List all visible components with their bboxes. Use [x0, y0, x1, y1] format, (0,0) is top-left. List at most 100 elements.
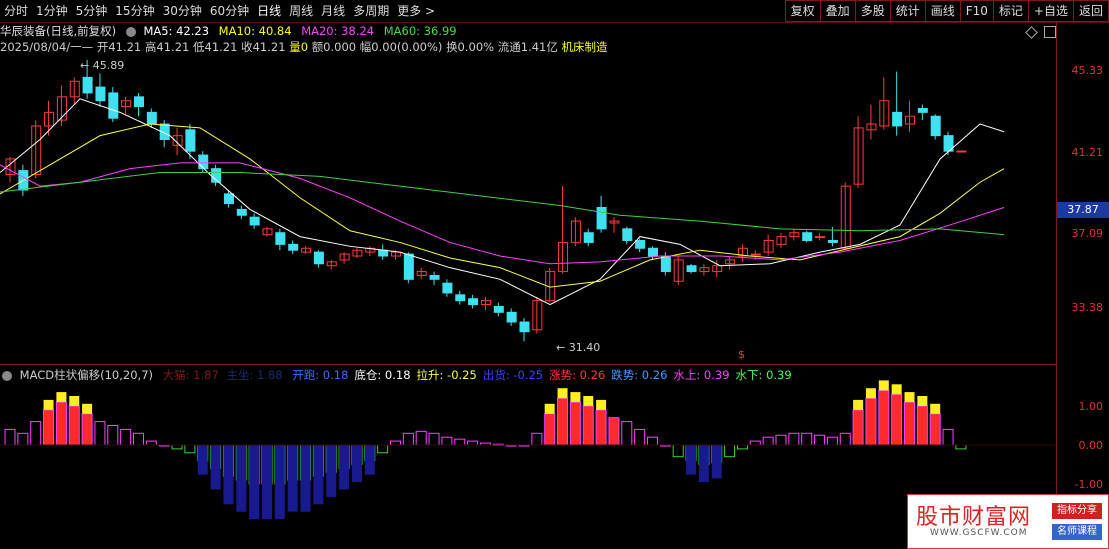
macd-top-cap [583, 396, 594, 406]
macd-hidden-a: 大猫: 1.87 [162, 368, 219, 382]
macd-bar [377, 444, 389, 454]
candle-body [429, 274, 440, 280]
macd-bar [749, 440, 761, 446]
macd-bar [390, 440, 401, 446]
macd-bar [839, 432, 851, 446]
macd-bar [145, 440, 157, 446]
ma60-line [0, 172, 1005, 236]
price-tick: 45.33 [1071, 64, 1104, 77]
macd-top-cap [853, 399, 864, 410]
macd-deep-bar [339, 445, 350, 490]
ma10-line [0, 123, 1005, 288]
macd-deep-bar [287, 445, 298, 512]
logo-url: WWW.GSCFW.COM [930, 528, 1028, 538]
macd-bar [736, 444, 748, 450]
macd-bar [878, 389, 890, 446]
candle-body [596, 206, 607, 230]
macd-top-cap [43, 399, 54, 410]
macd-deep-bar [364, 445, 375, 475]
macd-top-cap [930, 403, 941, 414]
macd-bar [4, 428, 16, 446]
macd-bar [68, 405, 80, 446]
macd-bar [402, 432, 414, 446]
macd-bar [531, 432, 543, 446]
macd-bar [120, 428, 132, 446]
macd-bar [775, 434, 787, 446]
candle-body [660, 255, 671, 273]
macd-bar [942, 428, 954, 446]
macd-top-cap [917, 396, 928, 406]
macd-bar [955, 444, 967, 450]
candle-body [815, 236, 826, 239]
macd-tick: -1.00 [1074, 478, 1103, 491]
macd-top-cap [557, 388, 568, 399]
macd-deep-bar [326, 445, 337, 497]
macd-top-cap [891, 384, 902, 395]
candle-body [378, 249, 389, 257]
macd-bar [852, 409, 864, 446]
candle-body [185, 129, 196, 152]
macd-bar [467, 440, 479, 446]
signal-marker: $ [738, 348, 745, 361]
macd-bar [724, 444, 736, 458]
macd-deep-bar [210, 445, 221, 490]
macd-bar [43, 409, 55, 446]
macd-bar [762, 436, 774, 446]
candle-body [313, 251, 324, 265]
candle-body [275, 232, 286, 245]
macd-bar [788, 432, 800, 446]
macd-bar [94, 421, 106, 446]
macd-deep-bar [249, 445, 260, 520]
macd-item: 水上: 0.39 [673, 368, 730, 382]
candle-body [249, 216, 260, 226]
macd-item: 开跑: 0.18 [292, 368, 349, 382]
candle-body [223, 193, 234, 205]
candle-body [892, 111, 903, 127]
logo-tag-course[interactable]: 名师课程 [1052, 524, 1102, 540]
kline-chart[interactable]: ← 45.89 ← 31.40 $ [0, 0, 1109, 549]
macd-bar [441, 436, 453, 446]
macd-item: 涨势: 0.26 [549, 368, 606, 382]
macd-top-cap [596, 399, 607, 410]
macd-bar [184, 444, 196, 454]
macd-bar [826, 436, 838, 446]
macd-bar [608, 417, 620, 446]
candle-body [134, 96, 144, 108]
macd-bar [133, 432, 144, 446]
macd-bar [569, 401, 581, 446]
macd-settings-icon[interactable] [2, 370, 12, 381]
candle-body [455, 294, 466, 302]
candle-body [493, 305, 504, 313]
macd-bar [582, 405, 594, 446]
ma5-line [0, 98, 1005, 306]
macd-bar [17, 432, 29, 446]
candle-body [146, 111, 157, 125]
macd-hidden-b: 主坐: 1.88 [226, 368, 283, 382]
macd-bar [55, 401, 67, 446]
macd-tick: 1.00 [1078, 400, 1104, 413]
candle-body [468, 298, 479, 306]
candle-body [82, 76, 93, 94]
macd-deep-bar [711, 445, 722, 479]
macd-bar [81, 413, 93, 446]
site-logo: 股市财富网 WWW.GSCFW.COM 指标分享 名师课程 [907, 494, 1109, 549]
price-tick: 33.38 [1071, 301, 1104, 314]
macd-item: 底仓: 0.18 [354, 368, 411, 382]
macd-top-cap [69, 396, 80, 406]
macd-bar [544, 413, 556, 446]
macd-top-cap [865, 388, 876, 399]
macd-bar [621, 421, 633, 446]
macd-values: 开跑: 0.18 底仓: 0.18 拉升: -0.25 出货: -0.25 涨势: 0.… [286, 368, 791, 382]
macd-deep-bar [223, 445, 234, 505]
macd-deep-bar [351, 445, 362, 483]
candle-body [750, 253, 761, 256]
macd-bar [634, 428, 646, 446]
macd-bar [672, 444, 684, 458]
candle-body [622, 228, 633, 241]
logo-tag-share[interactable]: 指标分享 [1052, 503, 1102, 519]
macd-deep-bar [313, 445, 324, 505]
candle-body [95, 86, 106, 102]
macd-bar [647, 436, 658, 446]
macd-deep-bar [197, 445, 208, 475]
macd-deep-bar [236, 445, 247, 512]
